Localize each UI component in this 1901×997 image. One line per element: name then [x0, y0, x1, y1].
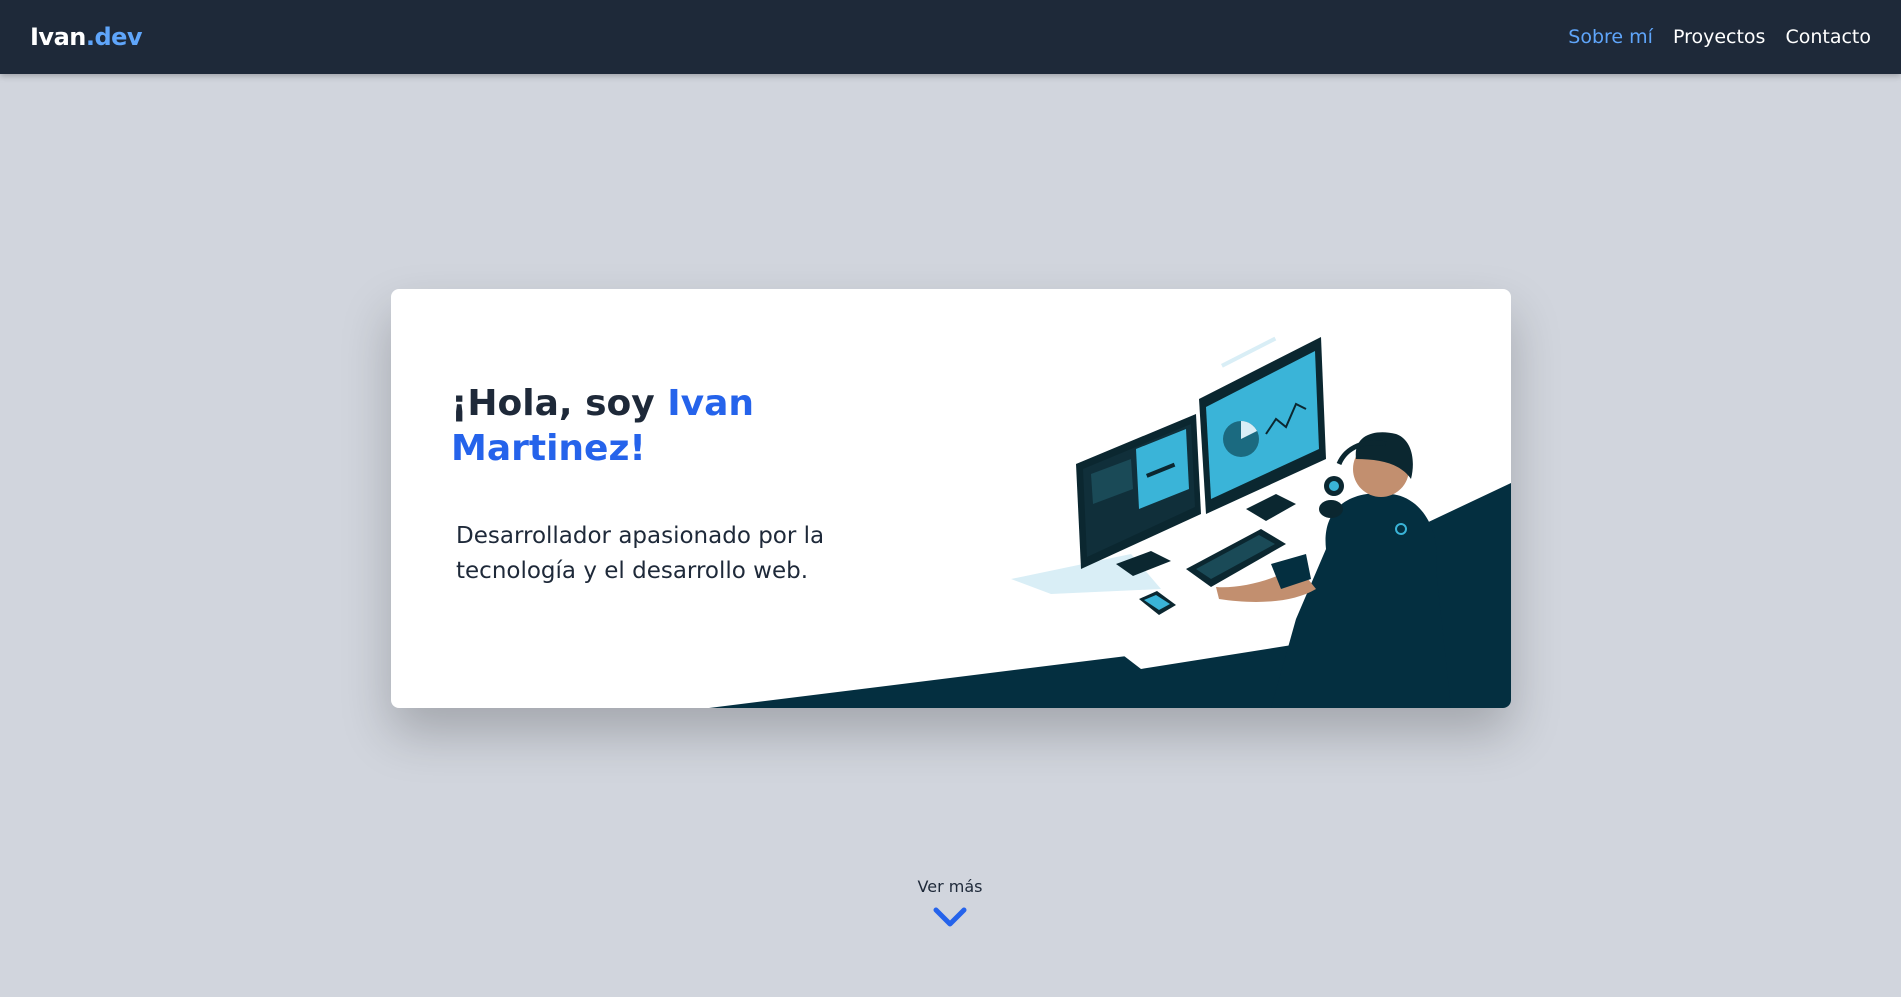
nav-links: Sobre mí Proyectos Contacto	[1568, 26, 1871, 48]
hero-title: ¡Hola, soy Ivan Martinez!	[451, 381, 771, 471]
nav-link-proyectos[interactable]: Proyectos	[1673, 26, 1766, 48]
scroll-more-button[interactable]: Ver más	[900, 877, 1000, 932]
top-navbar: Ivan.dev Sobre mí Proyectos Contacto	[0, 0, 1901, 74]
nav-link-contacto[interactable]: Contacto	[1785, 26, 1871, 48]
logo-main-text: Ivan	[30, 23, 86, 51]
developer-at-desk-illustration	[709, 336, 1511, 708]
nav-link-sobre-mi[interactable]: Sobre mí	[1568, 26, 1653, 48]
hero-greeting: ¡Hola, soy	[451, 383, 668, 424]
hero-card: ¡Hola, soy Ivan Martinez! Desarrollador …	[391, 289, 1511, 708]
logo-accent-text: .dev	[85, 23, 143, 51]
scroll-more-label: Ver más	[917, 877, 983, 896]
chevron-down-icon	[933, 907, 967, 927]
hero-subtitle: Desarrollador apasionado por la tecnolog…	[456, 523, 825, 584]
site-logo[interactable]: Ivan.dev	[30, 23, 143, 51]
